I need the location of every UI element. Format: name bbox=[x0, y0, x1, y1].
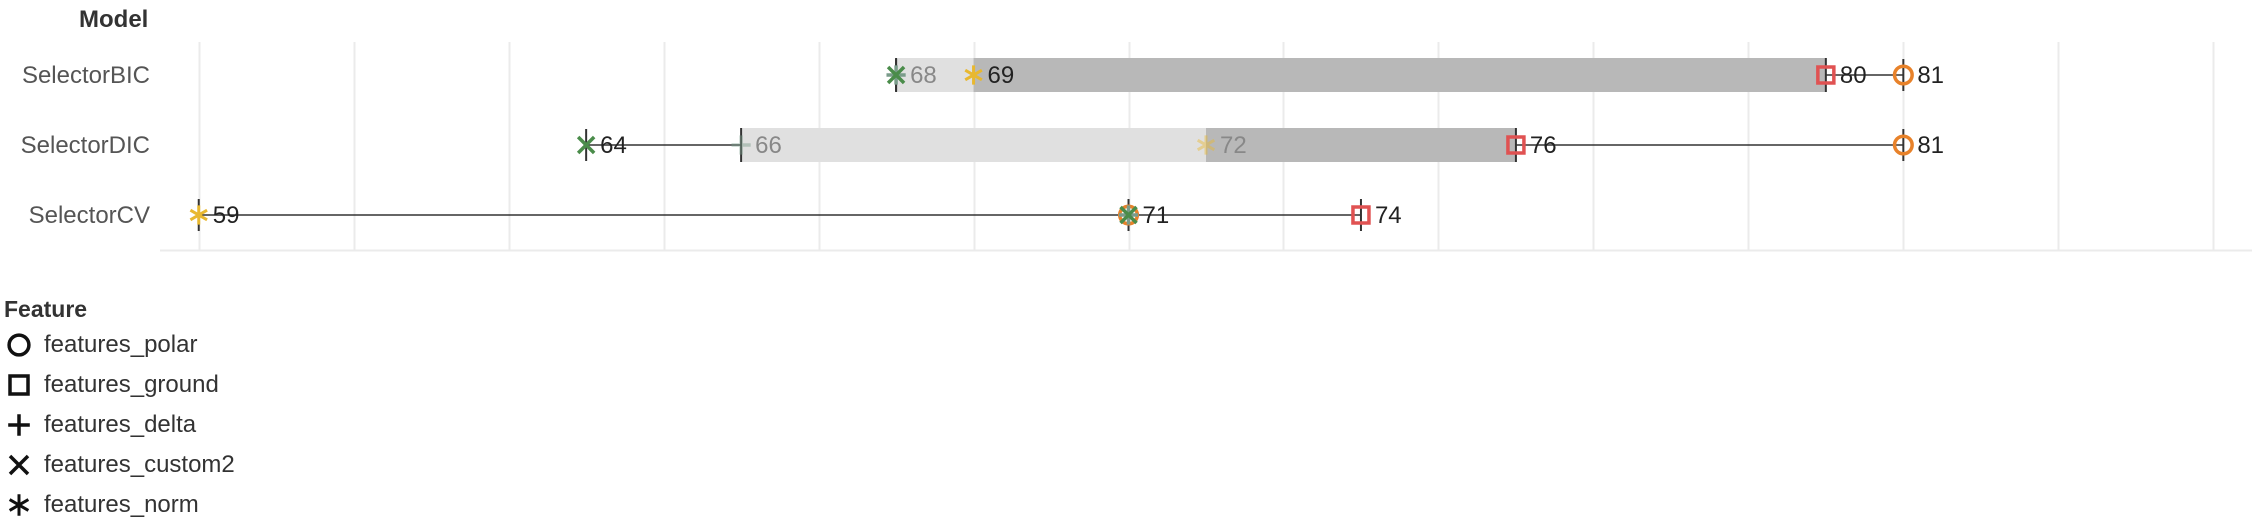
lower-quartile-band bbox=[741, 128, 1206, 162]
value-label: 64 bbox=[600, 132, 627, 159]
asterisk-icon bbox=[4, 485, 44, 525]
legend-item-features-delta[interactable]: features_delta bbox=[4, 405, 235, 445]
legend-item-features-custom2[interactable]: features_custom2 bbox=[4, 445, 235, 485]
value-label: 71 bbox=[1143, 202, 1170, 229]
row-selectorbic: SelectorBIC 68 69 80 81 bbox=[22, 58, 1944, 92]
legend-label: features_ground bbox=[44, 371, 219, 398]
legend-label: features_custom2 bbox=[44, 451, 235, 478]
upper-quartile-band bbox=[1206, 128, 1516, 162]
value-label: 59 bbox=[213, 202, 240, 229]
value-label: 81 bbox=[1917, 132, 1944, 159]
dot-plot: SelectorBIC 68 69 80 81 SelectorDIC 64 66 72 76 81… bbox=[21, 42, 2252, 252]
upper-quartile-band bbox=[973, 58, 1826, 92]
row-label: SelectorCV bbox=[29, 202, 150, 229]
square-icon bbox=[4, 365, 44, 405]
legend-title: Feature bbox=[4, 296, 88, 322]
value-label: 69 bbox=[988, 62, 1015, 89]
row-label: SelectorDIC bbox=[21, 132, 150, 159]
value-label: 68 bbox=[910, 62, 937, 89]
value-label: 80 bbox=[1840, 62, 1867, 89]
legend-label: features_norm bbox=[44, 491, 199, 518]
plus-icon bbox=[4, 405, 44, 445]
plot-rows: SelectorBIC 68 69 80 81 SelectorDIC 64 66 72 76 81… bbox=[21, 58, 1944, 231]
row-selectorcv: SelectorCV 59 71 74 bbox=[29, 199, 1402, 231]
legend-item-features-polar[interactable]: features_polar bbox=[4, 325, 235, 365]
legend-items: features_polar features_ground features_de… bbox=[4, 325, 235, 525]
legend-item-features-norm[interactable]: features_norm bbox=[4, 485, 235, 525]
row-selectordic: SelectorDIC 64 66 72 76 81 bbox=[21, 128, 1944, 162]
legend-label: features_polar bbox=[44, 331, 198, 358]
circle-icon bbox=[4, 325, 44, 365]
row-label: SelectorBIC bbox=[22, 62, 150, 89]
value-label: 76 bbox=[1530, 132, 1557, 159]
feature-legend: Feature features_polar features_ground fea… bbox=[4, 296, 235, 525]
legend-label: features_delta bbox=[44, 411, 197, 438]
value-label: 72 bbox=[1220, 132, 1247, 159]
value-label: 81 bbox=[1917, 62, 1944, 89]
legend-item-features-ground[interactable]: features_ground bbox=[4, 365, 235, 405]
cross-icon bbox=[4, 445, 44, 485]
value-label: 66 bbox=[755, 132, 782, 159]
value-label: 74 bbox=[1375, 202, 1402, 229]
